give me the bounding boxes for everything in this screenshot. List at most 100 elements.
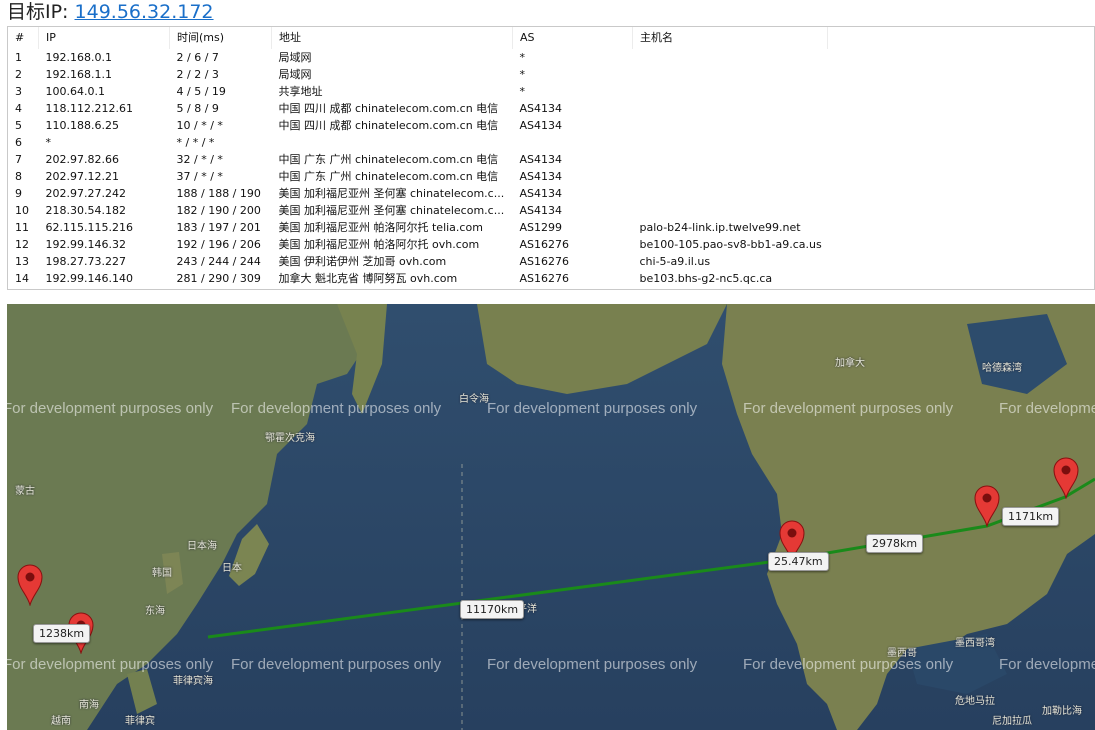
hop-address: 中国 广东 广州 chinatelecom.com.cn 电信: [278, 170, 499, 183]
distance-label: 1171km: [1002, 507, 1060, 526]
column-header-as[interactable]: AS: [512, 27, 633, 49]
map-place-label: 尼加拉瓜: [992, 716, 1032, 727]
hop-as: *: [519, 68, 526, 81]
watermark-text: For development purposes only: [999, 400, 1095, 417]
table-row[interactable]: 14 192.99.146.140 281 / 290 / 309 加拿大 魁北克省 …: [8, 270, 828, 287]
hop-as: AS16276: [519, 255, 570, 268]
hop-as: AS1299: [519, 221, 563, 234]
route-map[interactable]: 加拿大 哈德森湾 白令海 鄂霍次克海 日本海 日本 韩国 蒙古 东海 南海 菲律宾 越南 菲律宾海 平洋墨…: [7, 304, 1095, 730]
map-place-label: 哈德森湾: [982, 363, 1022, 374]
column-header-ip[interactable]: IP: [38, 27, 170, 49]
hop-number: 7: [15, 153, 22, 166]
distance-label: 1238km: [33, 624, 91, 643]
table-row[interactable]: 1 192.168.0.1 2 / 6 / 7 局域网 *: [8, 49, 828, 66]
hop-as: *: [519, 85, 526, 98]
hop-time: 10 / * / *: [176, 119, 223, 132]
hop-hostname: [633, 100, 828, 117]
target-ip-link[interactable]: 149.56.32.172: [75, 1, 214, 23]
hop-number: 11: [15, 221, 29, 234]
distance-label: 25.47km: [768, 552, 829, 571]
table-row[interactable]: 10 218.30.54.182 182 / 190 / 200 美国 加利福尼亚州 …: [8, 202, 828, 219]
map-place-label: 加拿大: [835, 358, 865, 369]
hop-hostname: [633, 151, 828, 168]
watermark-text: For development purposes only: [231, 656, 442, 673]
hop-number: 2: [15, 68, 22, 81]
column-header-time[interactable]: 时间(ms): [169, 27, 272, 49]
hop-ip: 202.97.82.66: [45, 153, 119, 166]
traceroute-table: # IP 时间(ms) 地址 AS 主机名 1 192.168.0.1 2 / 6 …: [7, 26, 1095, 290]
hop-address: 中国 四川 成都 chinatelecom.com.cn 电信: [278, 119, 499, 132]
hop-hostname: [633, 117, 828, 134]
map-place-label: 东海: [145, 606, 165, 617]
hop-address: 美国 加利福尼亚州 帕洛阿尔托 telia.com: [278, 221, 483, 234]
watermark-text: For development purposes only: [999, 656, 1095, 673]
hop-hostname: be100-105.pao-sv8-bb1-a9.ca.us: [639, 238, 822, 251]
table-row[interactable]: 2 192.168.1.1 2 / 2 / 3 局域网 *: [8, 66, 828, 83]
hop-number: 1: [15, 51, 22, 64]
column-header-address[interactable]: 地址: [271, 27, 513, 49]
table-row[interactable]: 13 198.27.73.227 243 / 244 / 244 美国 伊利诺伊州 芝…: [8, 253, 828, 270]
map-place-label: 危地马拉: [955, 696, 995, 707]
hop-time: 2 / 6 / 7: [176, 51, 219, 64]
table-row[interactable]: 12 192.99.146.32 192 / 196 / 206 美国 加利福尼亚州 …: [8, 236, 828, 253]
hop-hostname: [633, 83, 828, 100]
distance-label: 2978km: [866, 534, 924, 553]
hop-address: 美国 伊利诺伊州 芝加哥 ovh.com: [278, 255, 447, 268]
table-row[interactable]: 5 110.188.6.25 10 / * / * 中国 四川 成都 chinatel…: [8, 117, 828, 134]
distance-label: 11170km: [460, 600, 525, 619]
hop-ip: 202.97.12.21: [45, 170, 119, 183]
target-ip-header: 目标IP: 149.56.32.172: [7, 0, 214, 26]
column-header-hostname[interactable]: 主机名: [632, 27, 828, 49]
table-row[interactable]: 4 118.112.212.61 5 / 8 / 9 中国 四川 成都 chinate…: [8, 100, 828, 117]
map-place-label: 日本海: [187, 541, 217, 552]
hop-address: 美国 加利福尼亚州 圣何塞 chinatelecom.c...: [278, 204, 505, 217]
table-row[interactable]: 11 62.115.115.216 183 / 197 / 201 美国 加利福尼亚州…: [8, 219, 828, 236]
hop-hostname: be103.bhs-g2-nc5.qc.ca: [639, 272, 773, 285]
watermark-text: For development purposes only: [231, 400, 442, 417]
hop-time: 281 / 290 / 309: [176, 272, 261, 285]
hop-ip: 118.112.212.61: [45, 102, 133, 115]
hop-hostname: [633, 66, 828, 83]
hop-address: [272, 134, 513, 151]
hop-hostname: [633, 49, 828, 66]
hop-ip: *: [45, 136, 52, 149]
hop-as: AS16276: [519, 272, 570, 285]
hop-as: AS4134: [519, 102, 563, 115]
hop-time: 183 / 197 / 201: [176, 221, 261, 234]
table-row[interactable]: 9 202.97.27.242 188 / 188 / 190 美国 加利福尼亚州 圣…: [8, 185, 828, 202]
hop-ip: 192.99.146.32: [45, 238, 126, 251]
hop-number: 5: [15, 119, 22, 132]
hop-number: 13: [15, 255, 29, 268]
watermark-text: For development purposes only: [7, 656, 214, 673]
table-header-row: # IP 时间(ms) 地址 AS 主机名: [8, 27, 828, 49]
hop-number: 6: [15, 136, 22, 149]
hop-ip: 110.188.6.25: [45, 119, 119, 132]
watermark-text: For development purposes only: [743, 400, 954, 417]
map-place-label: 蒙古: [15, 486, 35, 497]
hop-hostname: [633, 185, 828, 202]
watermark-text: For development purposes only: [487, 656, 698, 673]
hop-number: 10: [15, 204, 29, 217]
hop-hostname: [633, 202, 828, 219]
watermark-text: For development purposes only: [743, 656, 954, 673]
hop-time: 188 / 188 / 190: [176, 187, 261, 200]
map-place-label: 鄂霍次克海: [265, 433, 315, 444]
table-row[interactable]: 7 202.97.82.66 32 / * / * 中国 广东 广州 chinatel…: [8, 151, 828, 168]
hop-as: AS4134: [519, 204, 563, 217]
map-place-label: 菲律宾: [125, 716, 155, 727]
map-place-label: 南海: [79, 700, 99, 711]
column-header-hop[interactable]: #: [8, 27, 39, 49]
map-place-label: 白令海: [459, 394, 489, 405]
hop-time: 37 / * / *: [176, 170, 223, 183]
table-row[interactable]: 6 * * / * / *: [8, 134, 828, 151]
hop-address: 局域网: [278, 68, 312, 81]
hop-hostname: chi-5-a9.il.us: [639, 255, 711, 268]
hop-number: 3: [15, 85, 22, 98]
hop-time: 243 / 244 / 244: [176, 255, 261, 268]
hop-time: 2 / 2 / 3: [176, 68, 219, 81]
hop-as: AS4134: [519, 119, 563, 132]
map-place-label: 菲律宾海: [173, 676, 213, 687]
table-row[interactable]: 3 100.64.0.1 4 / 5 / 19 共享地址 *: [8, 83, 828, 100]
hop-hostname: [633, 168, 828, 185]
table-row[interactable]: 8 202.97.12.21 37 / * / * 中国 广东 广州 chinatel…: [8, 168, 828, 185]
